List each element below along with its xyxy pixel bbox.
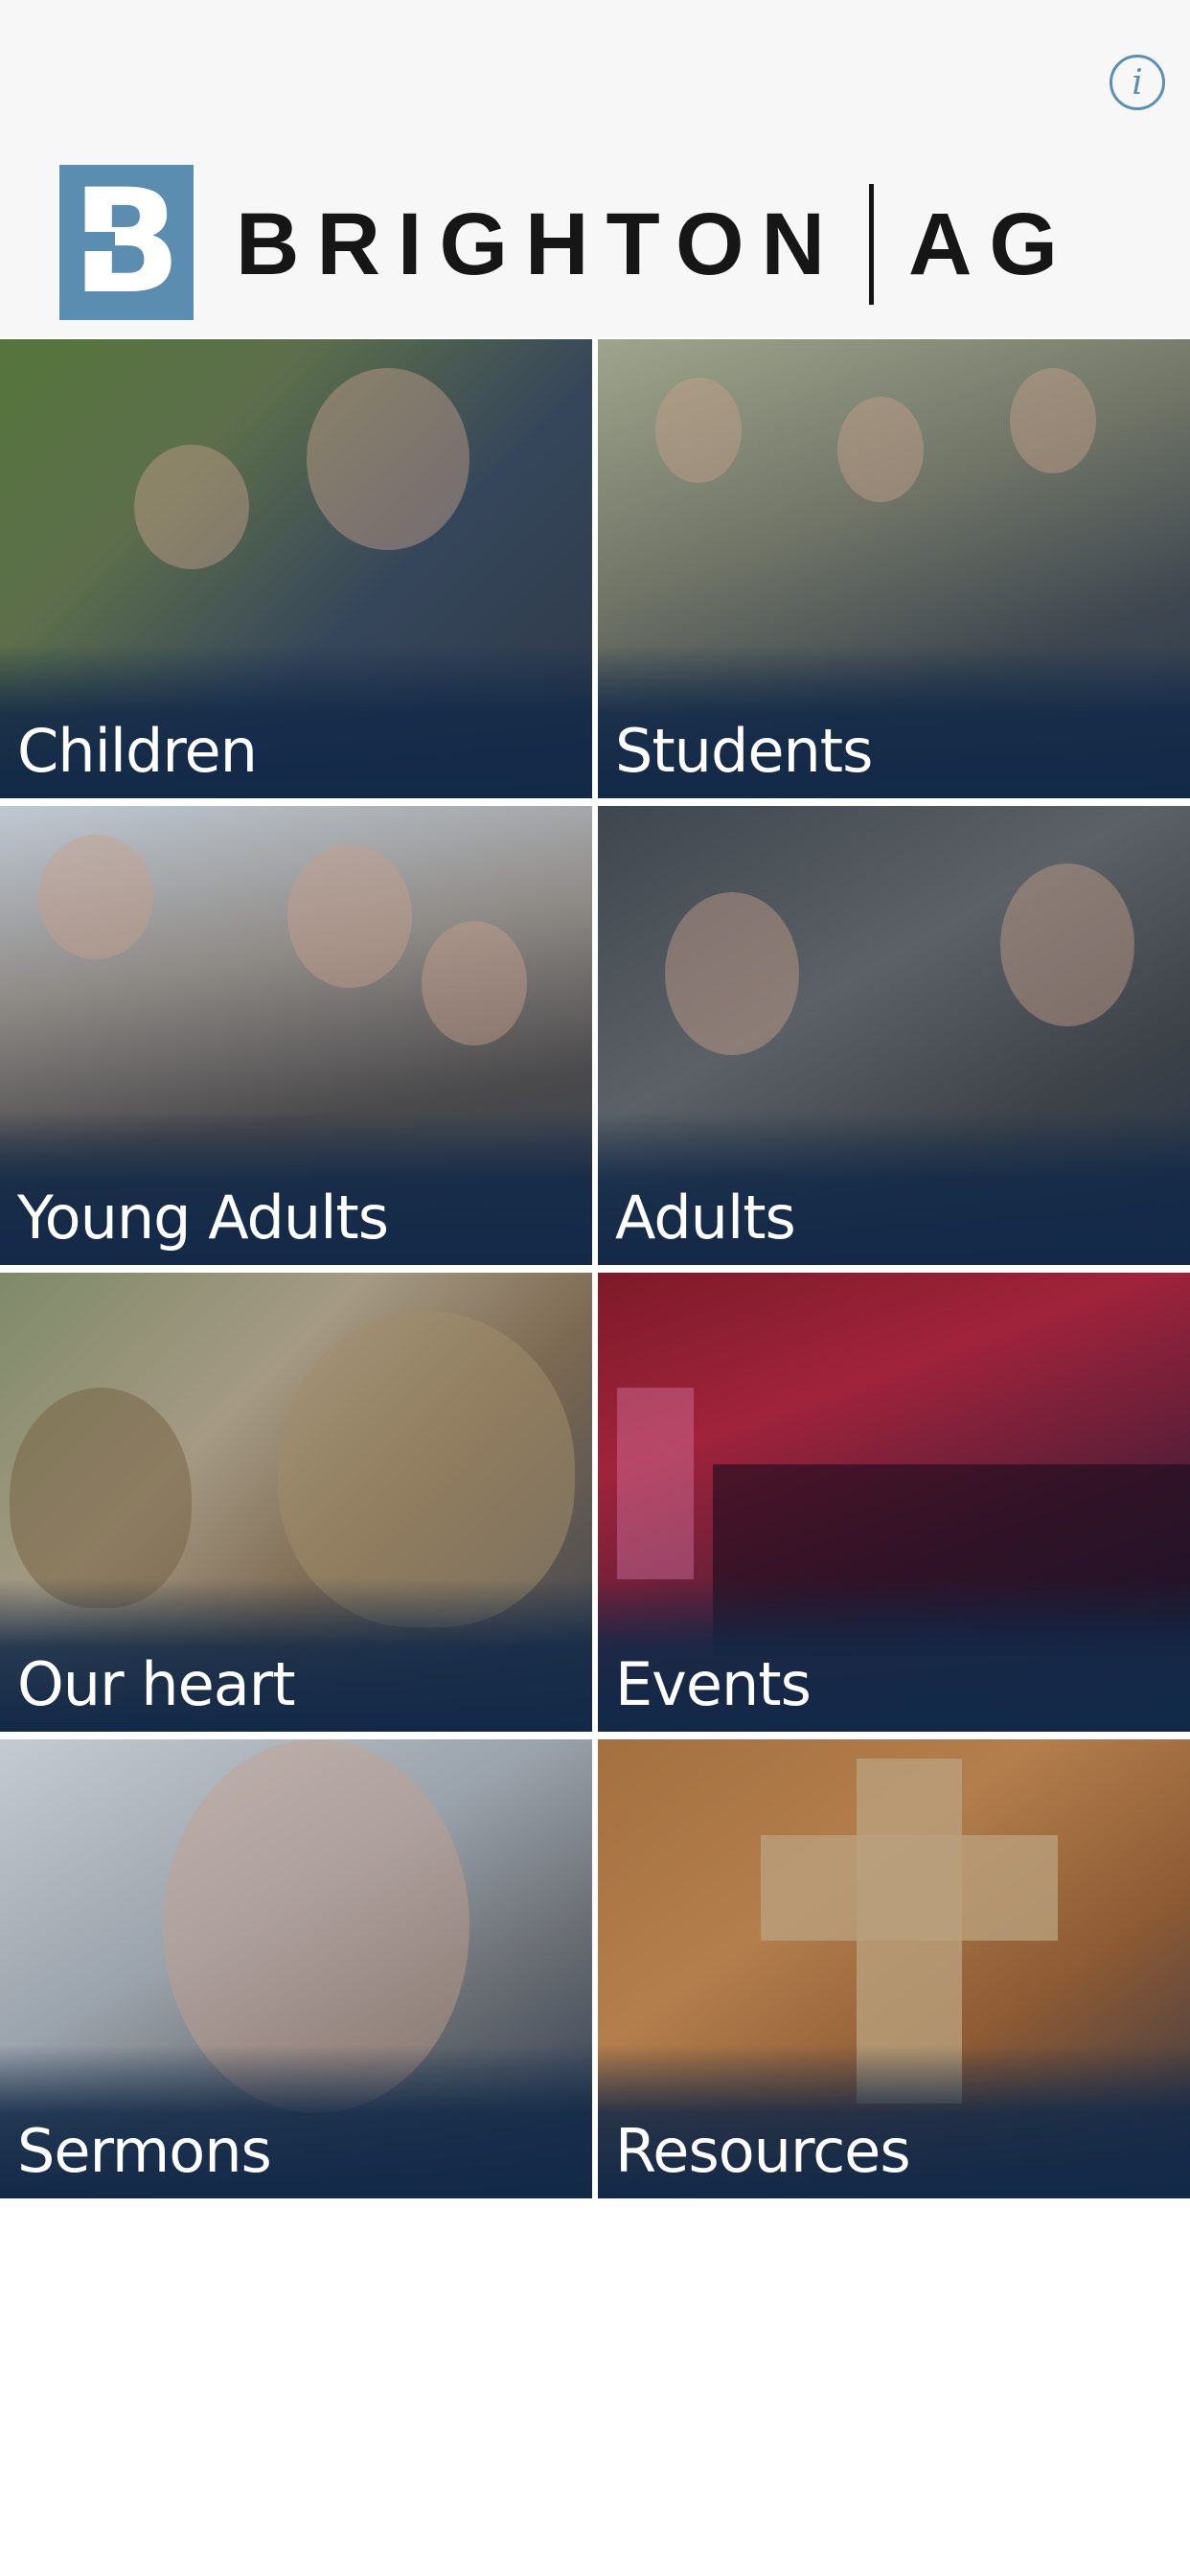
cross-shape [761, 1835, 1058, 1941]
photo-detail [1000, 863, 1134, 1026]
logo-cross-bar [73, 232, 115, 251]
info-icon[interactable]: i [1110, 55, 1165, 110]
logo-suffix: AG [907, 195, 1075, 293]
photo-detail [655, 378, 742, 483]
tile-label: Sermons [17, 2116, 272, 2186]
stage-light [617, 1388, 694, 1579]
tile-students[interactable]: Students [598, 339, 1190, 798]
tile-label: Resources [615, 2116, 911, 2186]
tile-label: Our heart [17, 1649, 296, 1719]
tile-our-heart[interactable]: Our heart [0, 1273, 592, 1732]
photo-detail [1010, 368, 1096, 473]
tile-adults[interactable]: Adults [598, 806, 1190, 1265]
photo-detail [287, 844, 412, 988]
tile-label: Students [615, 716, 873, 786]
info-glyph: i [1132, 62, 1143, 103]
photo-detail [38, 835, 153, 959]
photo-detail [837, 397, 924, 502]
photo-detail [307, 368, 469, 550]
logo-divider [868, 184, 874, 305]
tile-label: Events [615, 1649, 812, 1719]
tile-children[interactable]: Children [0, 339, 592, 798]
photo-detail [422, 921, 527, 1046]
tile-events[interactable]: Events [598, 1273, 1190, 1732]
tile-resources[interactable]: Resources [598, 1739, 1190, 2198]
photo-detail [665, 892, 799, 1055]
tile-label: Adults [615, 1183, 796, 1253]
logo-mark: B [59, 165, 194, 320]
tile-label: Children [17, 716, 258, 786]
ministry-grid: Children Students Young Adults Adults Ou… [0, 339, 1190, 2198]
tile-label: Young Adults [17, 1183, 389, 1253]
tile-sermons[interactable]: Sermons [0, 1739, 592, 2198]
logo-name: BRIGHTON [236, 195, 842, 293]
heart-shape [10, 1388, 192, 1608]
logo-wordmark: BRIGHTON AG [236, 184, 1075, 305]
tile-young-adults[interactable]: Young Adults [0, 806, 592, 1265]
app-header: i B BRIGHTON AG [0, 0, 1190, 337]
photo-detail [134, 445, 249, 569]
